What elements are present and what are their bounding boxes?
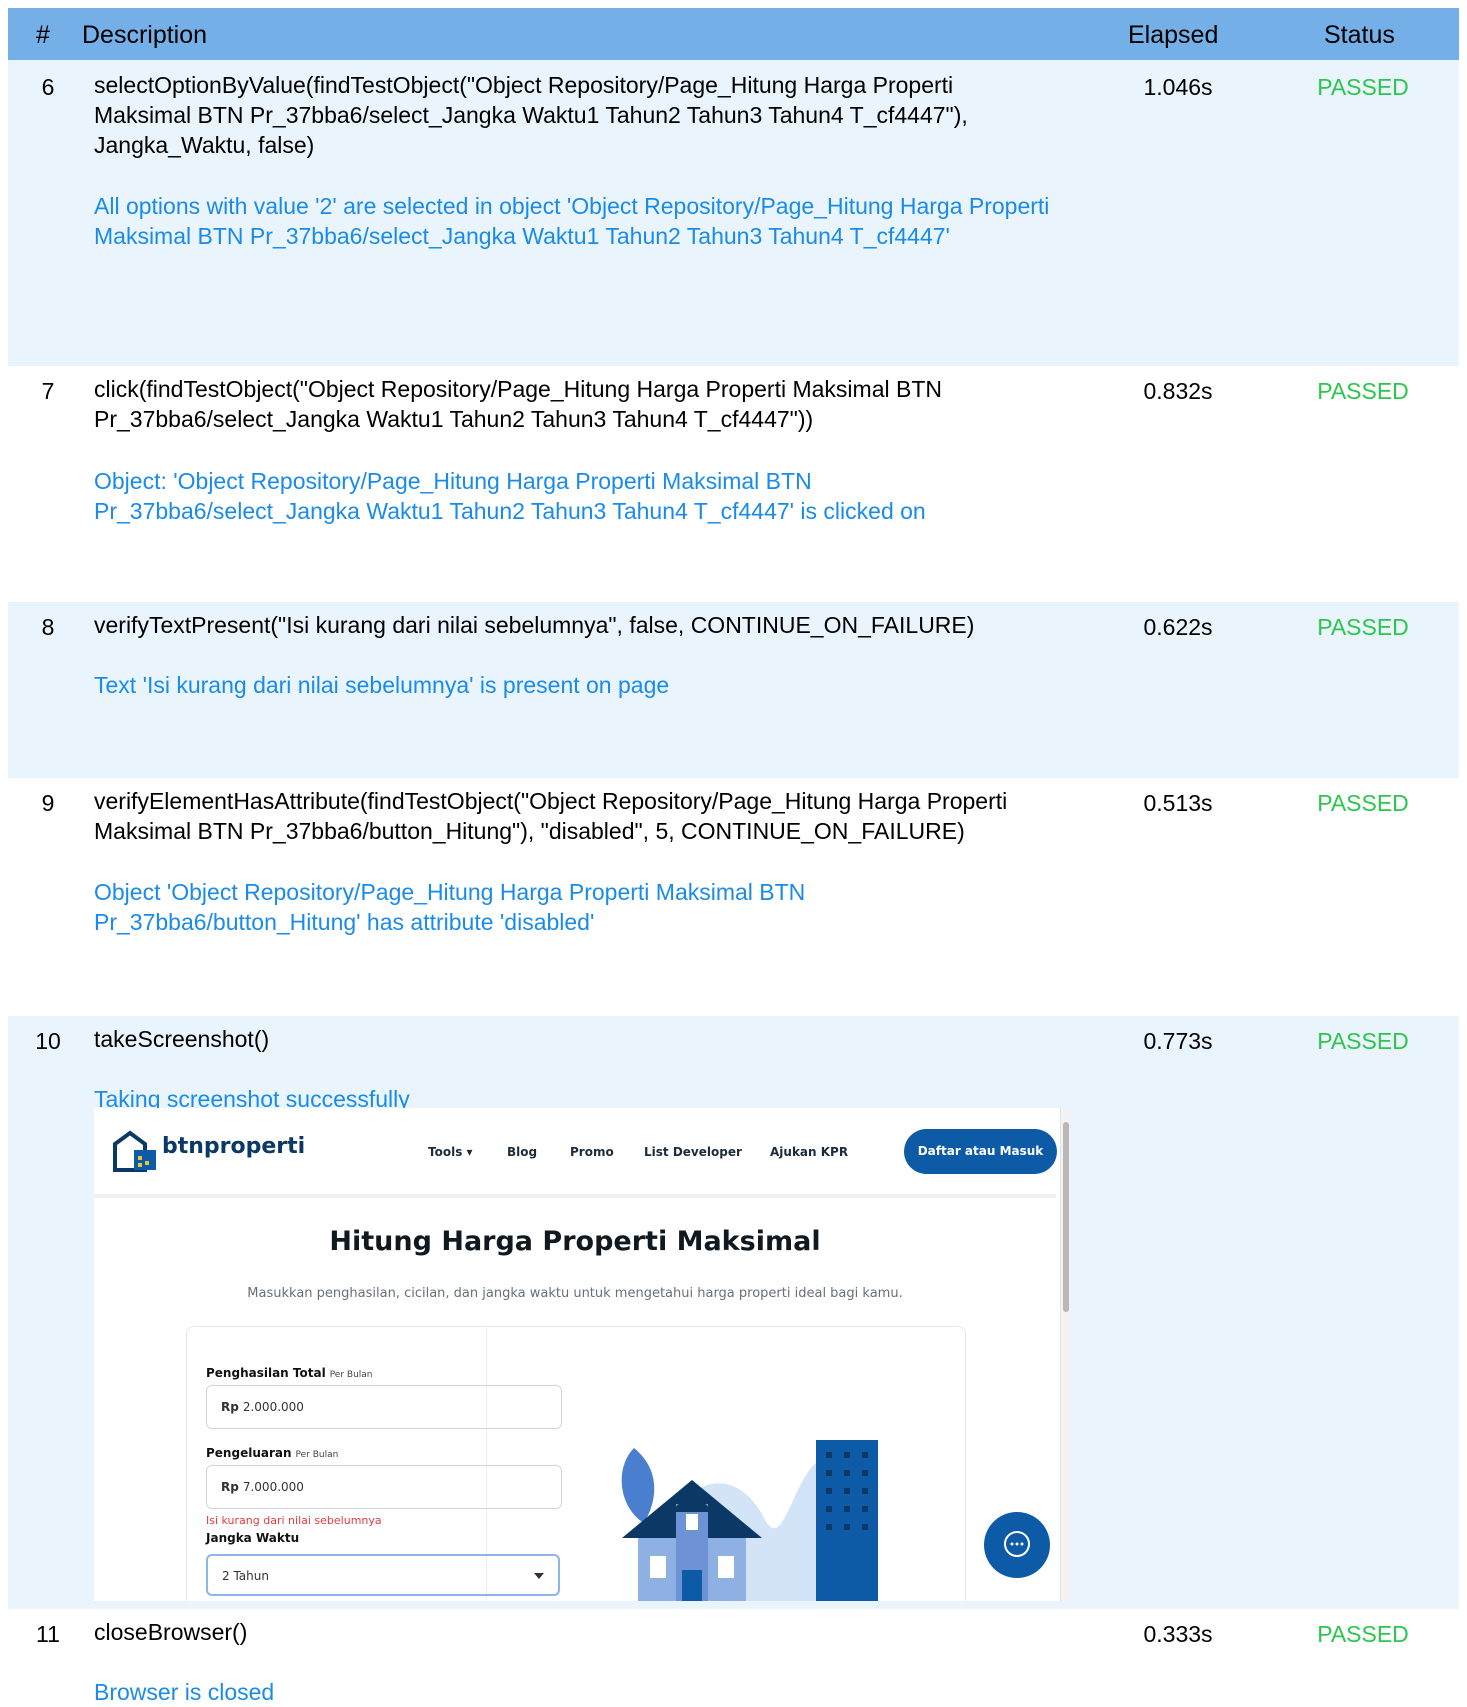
site-navbar: btnproperti Tools ▾ Blog Promo List Deve… <box>94 1108 1057 1198</box>
income-currency: Rp <box>221 1400 239 1414</box>
row-message: Object: 'Object Repository/Page_Hitung H… <box>94 468 926 524</box>
expense-label: Pengeluaran Per Bulan <box>206 1446 338 1460</box>
header-elapsed: Elapsed <box>1128 21 1219 49</box>
row-elapsed: 0.333s <box>1143 1621 1213 1647</box>
row-num: 6 <box>41 74 55 100</box>
row-message: All options with value '2' are selected … <box>94 193 1050 249</box>
table-row: 9 verifyElementHasAttribute(findTestObje… <box>8 778 1459 1016</box>
term-select-value: 2 Tahun <box>222 1569 269 1583</box>
nav-list-developer[interactable]: List Developer <box>644 1145 742 1159</box>
row-elapsed: 1.046s <box>1143 74 1213 100</box>
row-command: selectOptionByValue(findTestObject("Obje… <box>94 72 968 158</box>
row-status: PASSED <box>1317 614 1409 640</box>
row-command: takeScreenshot() <box>94 1026 270 1052</box>
page-title: Hitung Harga Properti Maksimal <box>329 1226 821 1257</box>
embedded-screenshot: btnproperti Tools ▾ Blog Promo List Deve… <box>94 1108 1070 1601</box>
expense-label-text: Pengeluaran <box>206 1446 292 1460</box>
row-command: verifyTextPresent("Isi kurang dari nilai… <box>94 612 975 638</box>
login-button[interactable]: Daftar atau Masuk <box>904 1129 1057 1174</box>
chevron-down-icon <box>534 1573 544 1579</box>
header-status: Status <box>1324 21 1395 49</box>
row-num: 10 <box>35 1028 61 1054</box>
income-input[interactable]: Rp 2.000.000 <box>206 1385 562 1429</box>
expense-error: Isi kurang dari nilai sebelumnya <box>206 1514 382 1527</box>
nav-ajukan-kpr[interactable]: Ajukan KPR <box>770 1145 848 1159</box>
row-elapsed: 0.832s <box>1143 378 1213 404</box>
scrollbar-thumb[interactable] <box>1063 1122 1069 1312</box>
income-label-text: Penghasilan Total <box>206 1366 326 1380</box>
row-status: PASSED <box>1317 378 1409 404</box>
table-row: 8 verifyTextPresent("Isi kurang dari nil… <box>8 602 1459 778</box>
income-value: 2.000.000 <box>242 1400 304 1414</box>
row-status: PASSED <box>1317 1621 1409 1647</box>
nav-promo[interactable]: Promo <box>570 1145 614 1159</box>
table-row: 11 closeBrowser() Browser is closed 0.33… <box>8 1609 1459 1705</box>
chat-button[interactable] <box>984 1512 1050 1578</box>
row-status: PASSED <box>1317 74 1409 100</box>
row-message: Object 'Object Repository/Page_Hitung Ha… <box>94 879 806 935</box>
income-sublabel: Per Bulan <box>329 1370 373 1380</box>
term-label: Jangka Waktu <box>206 1531 300 1545</box>
row-status: PASSED <box>1317 790 1409 816</box>
row-command: verifyElementHasAttribute(findTestObject… <box>94 788 1008 844</box>
term-select[interactable]: 2 Tahun <box>206 1554 560 1596</box>
expense-input[interactable]: Rp 7.000.000 <box>206 1465 562 1509</box>
row-status: PASSED <box>1317 1028 1409 1054</box>
page-subtitle: Masukkan penghasilan, cicilan, dan jangk… <box>247 1286 903 1301</box>
row-message: Browser is closed <box>94 1679 275 1705</box>
nav-tools[interactable]: Tools ▾ <box>428 1145 473 1159</box>
house-illustration <box>621 1440 878 1601</box>
header-num: # <box>36 21 50 49</box>
header-description: Description <box>82 21 208 49</box>
row-elapsed: 0.622s <box>1143 614 1213 640</box>
nav-blog[interactable]: Blog <box>507 1145 537 1159</box>
btn-logo-icon <box>113 1130 156 1172</box>
logo-text: btnproperti <box>162 1134 306 1159</box>
row-elapsed: 0.773s <box>1143 1028 1213 1054</box>
row-command: closeBrowser() <box>94 1619 248 1645</box>
table-row: 7 click(findTestObject("Object Repositor… <box>8 366 1459 602</box>
table-header: # Description Elapsed Status <box>8 8 1459 60</box>
row-command: click(findTestObject("Object Repository/… <box>94 376 942 432</box>
scrollbar[interactable] <box>1060 1108 1070 1601</box>
row-num: 9 <box>41 790 55 816</box>
expense-sublabel: Per Bulan <box>295 1450 339 1460</box>
expense-value: 7.000.000 <box>242 1480 304 1494</box>
row-num: 8 <box>41 614 55 640</box>
row-elapsed: 0.513s <box>1143 790 1213 816</box>
income-label: Penghasilan Total Per Bulan <box>206 1366 373 1380</box>
expense-currency: Rp <box>221 1480 239 1494</box>
row-message: Text 'Isi kurang dari nilai sebelumnya' … <box>94 672 670 698</box>
table-row: 6 selectOptionByValue(findTestObject("Ob… <box>8 60 1459 366</box>
row-num: 11 <box>36 1621 60 1647</box>
row-num: 7 <box>41 378 55 404</box>
chat-bubble-icon <box>1004 1531 1030 1557</box>
